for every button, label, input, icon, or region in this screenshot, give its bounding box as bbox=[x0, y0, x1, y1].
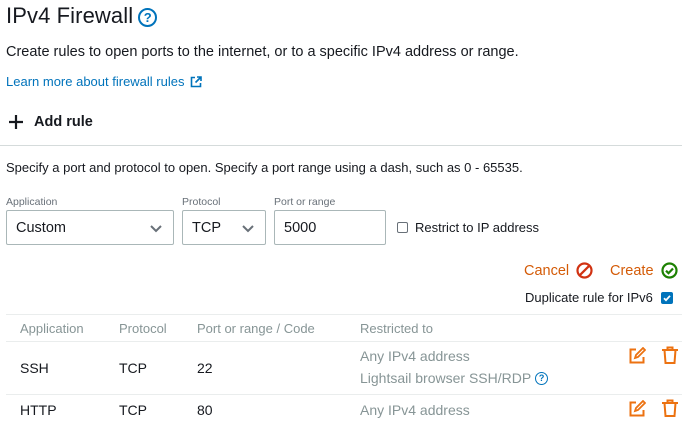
row-ssh-protocol: TCP bbox=[119, 360, 147, 376]
add-rule-label[interactable]: Add rule bbox=[34, 114, 93, 130]
row-http-restricted: Any IPv4 address bbox=[360, 402, 470, 418]
learn-more-link-text[interactable]: Learn more about firewall rules bbox=[6, 74, 184, 89]
cancel-icon bbox=[576, 262, 593, 279]
chevron-down-icon bbox=[150, 225, 162, 233]
add-rule-instructions: Specify a port and protocol to open. Spe… bbox=[6, 160, 523, 175]
port-input[interactable] bbox=[274, 210, 386, 245]
row-divider bbox=[6, 341, 682, 342]
application-select[interactable]: Custom bbox=[6, 210, 174, 245]
learn-more-link[interactable]: Learn more about firewall rules bbox=[6, 74, 203, 89]
create-button[interactable]: Create bbox=[610, 262, 678, 279]
column-header-protocol: Protocol bbox=[119, 321, 167, 336]
row-ssh-extra: Lightsail browser SSH/RDP ? bbox=[360, 370, 549, 386]
row-ssh-application: SSH bbox=[20, 360, 49, 376]
column-header-application: Application bbox=[20, 321, 84, 336]
divider bbox=[0, 145, 682, 146]
duplicate-ipv6-label[interactable]: Duplicate rule for IPv6 bbox=[525, 290, 653, 305]
protocol-select-value[interactable]: TCP bbox=[192, 220, 221, 236]
edit-icon[interactable] bbox=[628, 347, 646, 365]
row-ssh-restricted: Any IPv4 address bbox=[360, 348, 470, 364]
plus-icon bbox=[9, 115, 23, 129]
delete-icon[interactable] bbox=[661, 346, 679, 365]
cancel-button[interactable]: Cancel bbox=[524, 262, 593, 279]
row-http-port: 80 bbox=[197, 402, 213, 418]
restrict-ip-label[interactable]: Restrict to IP address bbox=[415, 220, 539, 235]
cancel-label[interactable]: Cancel bbox=[524, 263, 569, 279]
duplicate-ipv6-checkbox[interactable] bbox=[660, 291, 673, 304]
row-ssh-extra-text: Lightsail browser SSH/RDP bbox=[360, 370, 532, 386]
delete-icon[interactable] bbox=[661, 399, 679, 418]
port-label: Port or range bbox=[274, 196, 336, 208]
add-rule-button[interactable]: Add rule bbox=[8, 114, 93, 130]
page-title-text: IPv4 Firewall bbox=[6, 3, 134, 28]
application-select-value[interactable]: Custom bbox=[16, 220, 66, 236]
check-icon bbox=[663, 294, 671, 302]
protocol-select[interactable]: TCP bbox=[182, 210, 266, 245]
restrict-ip-checkbox[interactable] bbox=[397, 222, 408, 233]
column-header-restricted: Restricted to bbox=[360, 321, 433, 336]
application-label: Application bbox=[6, 196, 58, 208]
create-label[interactable]: Create bbox=[610, 263, 654, 279]
row-http-protocol: TCP bbox=[119, 402, 147, 418]
row-http-application: HTTP bbox=[20, 402, 57, 418]
check-circle-icon bbox=[660, 262, 678, 279]
help-icon[interactable]: ? bbox=[535, 371, 549, 385]
table-top-border bbox=[6, 314, 682, 315]
page-title: IPv4 Firewall ? bbox=[6, 3, 158, 29]
chevron-down-icon bbox=[242, 225, 254, 233]
duplicate-ipv6-option[interactable]: Duplicate rule for IPv6 bbox=[525, 290, 673, 305]
column-header-port: Port or range / Code bbox=[197, 321, 315, 336]
row-ssh-port: 22 bbox=[197, 360, 213, 376]
edit-icon[interactable] bbox=[628, 400, 646, 418]
row-divider bbox=[6, 394, 682, 395]
protocol-label: Protocol bbox=[182, 196, 221, 208]
help-icon[interactable]: ? bbox=[138, 7, 158, 27]
page-description: Create rules to open ports to the intern… bbox=[6, 44, 519, 60]
restrict-ip-option[interactable]: Restrict to IP address bbox=[397, 220, 539, 235]
external-link-icon bbox=[191, 75, 203, 87]
